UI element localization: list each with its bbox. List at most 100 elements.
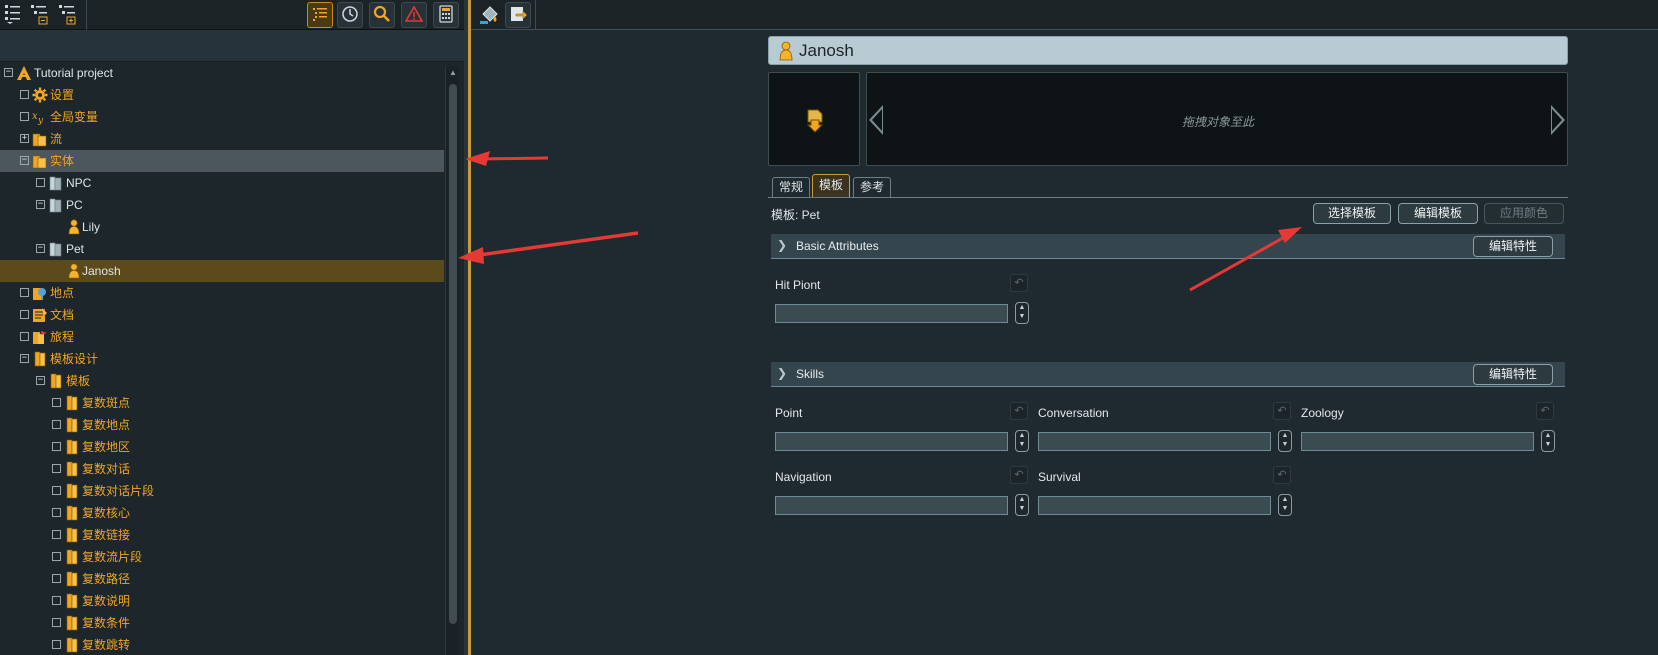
tree-item[interactable]: NPC xyxy=(0,172,444,194)
select-template-button[interactable]: 选择模板 xyxy=(1313,203,1391,224)
scrollbar-thumb[interactable] xyxy=(449,84,457,624)
tree-item[interactable]: − Tutorial project xyxy=(0,62,444,84)
tree-item[interactable]: Janosh xyxy=(0,260,444,282)
tab-general[interactable]: 常规 xyxy=(772,177,811,197)
collapse-icon[interactable]: − xyxy=(36,376,45,385)
tree-item[interactable]: 复数流片段 xyxy=(0,546,444,568)
leaf-box-icon[interactable] xyxy=(52,574,61,583)
reset-icon[interactable]: ↶ xyxy=(1273,402,1291,420)
tree-collapse-icon[interactable] xyxy=(30,3,50,25)
tree-view-icon[interactable] xyxy=(4,3,22,25)
chevron-down-icon[interactable]: ❯ xyxy=(777,366,787,380)
tree-item[interactable]: 旅程 xyxy=(0,326,444,348)
paint-bucket-icon[interactable] xyxy=(479,4,501,26)
leaf-box-icon[interactable] xyxy=(52,398,61,407)
leaf-box-icon[interactable] xyxy=(20,310,29,319)
tree-item[interactable]: 复数地区 xyxy=(0,436,444,458)
conversation-stepper[interactable]: ▲ ▼ xyxy=(1278,430,1292,452)
edit-properties-button[interactable]: 编辑特性 xyxy=(1473,236,1553,257)
leaf-box-icon[interactable] xyxy=(52,640,61,649)
point-field[interactable] xyxy=(775,432,1008,451)
expand-icon[interactable]: + xyxy=(20,134,29,143)
entity-preview-image[interactable] xyxy=(768,72,860,166)
navigation-field[interactable] xyxy=(775,496,1008,515)
tree-item[interactable]: 复数条件 xyxy=(0,612,444,634)
leaf-box-icon[interactable] xyxy=(52,442,61,451)
leaf-box-icon[interactable] xyxy=(52,618,61,627)
tree-item[interactable]: 复数说明 xyxy=(0,590,444,612)
tree-item[interactable]: 复数对话 xyxy=(0,458,444,480)
conversation-field[interactable] xyxy=(1038,432,1271,451)
collapse-icon[interactable]: − xyxy=(4,68,13,77)
tree-item[interactable]: 复数跳转 xyxy=(0,634,444,655)
calculator-button[interactable] xyxy=(433,2,459,28)
list-view-button[interactable] xyxy=(307,2,333,28)
tree-item[interactable]: 地点 xyxy=(0,282,444,304)
leaf-box-icon[interactable] xyxy=(20,112,29,121)
collapse-icon[interactable]: − xyxy=(36,200,45,209)
leaf-box-icon[interactable] xyxy=(52,596,61,605)
leaf-box-icon[interactable] xyxy=(52,552,61,561)
hit-point-field[interactable] xyxy=(775,304,1008,323)
collapse-icon[interactable]: − xyxy=(36,244,45,253)
tree-item[interactable]: − 模板设计 xyxy=(0,348,444,370)
basic-attributes-header[interactable]: ❯ Basic Attributes 编辑特性 xyxy=(771,234,1565,259)
tree-item[interactable]: 复数斑点 xyxy=(0,392,444,414)
skills-header[interactable]: ❯ Skills 编辑特性 xyxy=(771,362,1565,387)
zoology-stepper[interactable]: ▲ ▼ xyxy=(1541,430,1555,452)
tree-item[interactable]: − PC xyxy=(0,194,444,216)
tree-item[interactable]: 复数核心 xyxy=(0,502,444,524)
entity-title[interactable]: Janosh xyxy=(799,41,854,61)
tree-scrollbar[interactable]: ▲ xyxy=(445,66,459,655)
hit-point-stepper[interactable]: ▲ ▼ xyxy=(1015,302,1029,324)
leaf-box-icon[interactable] xyxy=(52,486,61,495)
leaf-box-icon[interactable] xyxy=(20,90,29,99)
navigation-stepper[interactable]: ▲ ▼ xyxy=(1015,494,1029,516)
tab-template[interactable]: 模板 xyxy=(812,174,851,197)
reset-icon[interactable]: ↶ xyxy=(1010,402,1028,420)
leaf-box-icon[interactable] xyxy=(52,508,61,517)
tree-item[interactable]: − Pet xyxy=(0,238,444,260)
reset-icon[interactable]: ↶ xyxy=(1010,274,1028,292)
tab-references[interactable]: 参考 xyxy=(853,177,892,197)
apply-color-button[interactable]: 应用颜色 xyxy=(1484,203,1564,224)
tree-expand-icon[interactable] xyxy=(58,3,78,25)
reset-icon[interactable]: ↶ xyxy=(1273,466,1291,484)
tree-item[interactable]: 复数地点 xyxy=(0,414,444,436)
tree-item-label: 流 xyxy=(50,132,63,146)
book-icon xyxy=(64,637,80,653)
survival-stepper[interactable]: ▲ ▼ xyxy=(1278,494,1292,516)
collapse-icon[interactable]: − xyxy=(20,354,29,363)
tree-item[interactable]: Lily xyxy=(0,216,444,238)
chevron-down-icon[interactable]: ❯ xyxy=(777,238,787,252)
leaf-box-icon[interactable] xyxy=(52,420,61,429)
tree-item[interactable]: 复数路径 xyxy=(0,568,444,590)
tree-item[interactable]: x y 全局变量 xyxy=(0,106,444,128)
tree-item[interactable]: + 流 xyxy=(0,128,444,150)
leaf-box-icon[interactable] xyxy=(52,530,61,539)
leaf-box-icon[interactable] xyxy=(36,178,45,187)
search-button[interactable] xyxy=(369,2,395,28)
leaf-box-icon[interactable] xyxy=(52,464,61,473)
drop-target-area[interactable]: 拖拽对象至此 xyxy=(866,72,1568,166)
leaf-box-icon[interactable] xyxy=(20,332,29,341)
point-stepper[interactable]: ▲ ▼ xyxy=(1015,430,1029,452)
edit-template-button[interactable]: 编辑模板 xyxy=(1398,203,1478,224)
leaf-box-icon[interactable] xyxy=(20,288,29,297)
tree-item[interactable]: 设置 xyxy=(0,84,444,106)
tree-item[interactable]: 文档 xyxy=(0,304,444,326)
tree-item[interactable]: − 模板 xyxy=(0,370,444,392)
export-button[interactable] xyxy=(505,2,531,28)
survival-field[interactable] xyxy=(1038,496,1271,515)
reset-icon[interactable]: ↶ xyxy=(1536,402,1554,420)
tree-item[interactable]: 复数对话片段 xyxy=(0,480,444,502)
zoology-field[interactable] xyxy=(1301,432,1534,451)
scroll-up-arrow-icon[interactable]: ▲ xyxy=(448,68,458,78)
history-button[interactable] xyxy=(337,2,363,28)
edit-properties-button[interactable]: 编辑特性 xyxy=(1473,364,1553,385)
tree-item[interactable]: 复数链接 xyxy=(0,524,444,546)
collapse-icon[interactable]: − xyxy=(20,156,29,165)
conflicts-button[interactable] xyxy=(401,2,427,28)
reset-icon[interactable]: ↶ xyxy=(1010,466,1028,484)
tree-item[interactable]: − 实体 xyxy=(0,150,444,172)
